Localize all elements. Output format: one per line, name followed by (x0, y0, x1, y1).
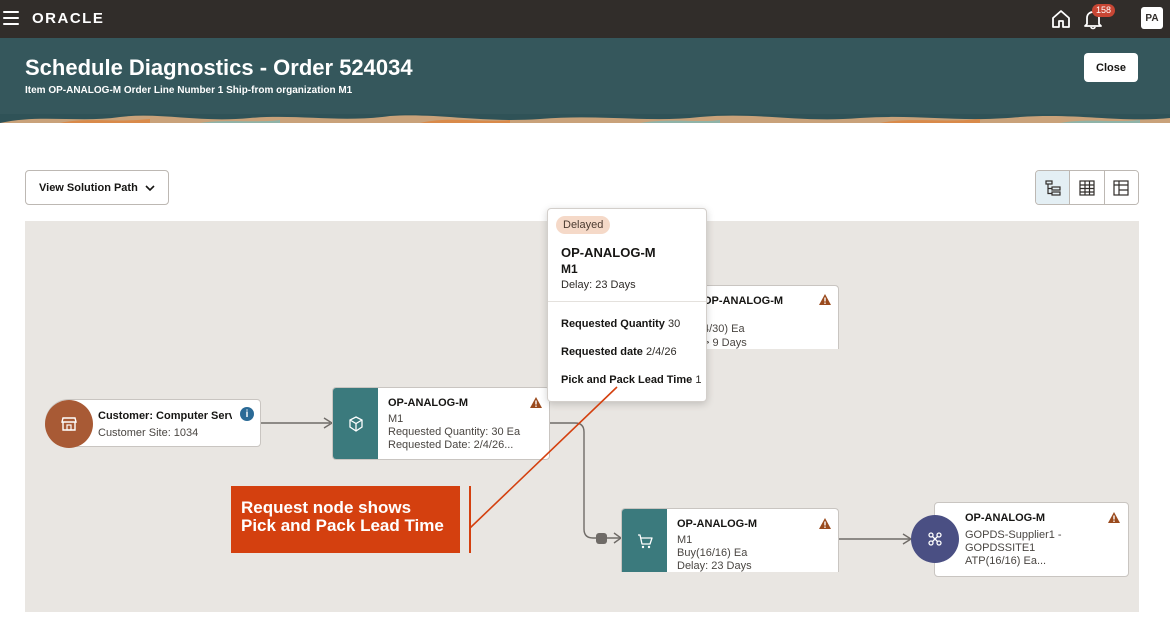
supplier-node-icon (911, 515, 959, 563)
request-node-date: Requested Date: 2/4/26... (388, 439, 514, 451)
user-avatar[interactable]: PA (1141, 7, 1163, 29)
buy-node-buy: Buy(16/16) Ea (677, 547, 748, 559)
popup-row-label: Requested date (561, 346, 643, 358)
hamburger-menu-icon[interactable] (3, 11, 19, 25)
popup-row-value: 2/4/26 (645, 346, 677, 358)
chevron-down-icon (145, 185, 155, 192)
global-header: ORACLE 158 PA (0, 0, 1170, 38)
request-node-title: OP-ANALOG-M (388, 397, 469, 409)
package-icon (348, 415, 363, 432)
buy-node-tile (622, 509, 667, 572)
supplier-node-line2: GOPDSSITE1 (965, 542, 1036, 554)
popup-divider (548, 301, 706, 302)
supplier-node[interactable]: OP-ANALOG-M GOPDS-Supplier1 - GOPDSSITE1… (934, 502, 1129, 577)
buy-node-org: M1 (677, 534, 693, 546)
buy-node-title: OP-ANALOG-M (677, 518, 758, 530)
warning-icon[interactable] (1107, 511, 1121, 524)
grid-view-button[interactable] (1103, 171, 1138, 204)
popup-row-label: Requested Quantity (561, 318, 665, 330)
close-button[interactable]: Close (1084, 53, 1138, 82)
popup-row-requested-quantity: Requested Quantity 30 (561, 318, 680, 330)
popup-row-pick-pack-lead-time: Pick and Pack Lead Time 1 (561, 374, 701, 386)
upper-node-title: OP-ANALOG-M (703, 295, 784, 307)
customer-node-site: Customer Site: 1034 (98, 427, 199, 439)
customer-node[interactable]: Customer: Computer Serv Customer Site: 1… (45, 399, 261, 448)
network-icon (928, 532, 942, 546)
oracle-logo: ORACLE (32, 10, 105, 27)
buy-node-delay: Delay: 23 Days (677, 560, 752, 572)
warning-icon[interactable] (818, 517, 832, 530)
view-solution-path-label: View Solution Path (39, 181, 138, 194)
grid-view-icon (1113, 179, 1129, 196)
page-header: Schedule Diagnostics - Order 524034 Item… (0, 38, 1170, 123)
info-icon[interactable]: i (240, 407, 254, 421)
store-icon (45, 400, 93, 448)
node-details-popup: Delayed OP-ANALOG-M M1 Delay: 23 Days Re… (547, 208, 707, 402)
popup-row-value: 1 (695, 374, 702, 386)
tree-view-icon (1045, 179, 1061, 196)
request-node-tile (333, 388, 378, 459)
table-view-button[interactable] (1069, 171, 1104, 204)
upper-node-line1: 4/30) Ea (703, 323, 745, 335)
popup-row-requested-date: Requested date 2/4/26 (561, 346, 677, 358)
request-node-org: M1 (388, 413, 404, 425)
supplier-node-line1: GOPDS-Supplier1 - (965, 529, 1062, 541)
request-node-quantity: Requested Quantity: 30 Ea (388, 426, 521, 438)
popup-row-value: 30 (667, 318, 681, 330)
view-solution-path-dropdown[interactable]: View Solution Path (25, 170, 169, 205)
notification-count-badge: 158 (1092, 4, 1116, 17)
warning-icon[interactable] (529, 396, 543, 409)
tree-view-button[interactable] (1036, 171, 1070, 204)
supplier-node-title: OP-ANALOG-M (965, 512, 1046, 524)
view-mode-toggle (1035, 170, 1139, 205)
warning-icon[interactable] (818, 293, 832, 306)
page-subtitle: Item OP-ANALOG-M Order Line Number 1 Shi… (25, 85, 353, 96)
popup-row-label: Pick and Pack Lead Time (561, 374, 693, 386)
popup-delay: Delay: 23 Days (561, 279, 636, 291)
request-node[interactable]: OP-ANALOG-M M1 Requested Quantity: 30 Ea… (332, 387, 550, 460)
shopping-cart-icon (637, 533, 653, 548)
table-view-icon (1079, 179, 1095, 196)
connector-handle[interactable] (596, 533, 607, 544)
popup-title: OP-ANALOG-M (561, 245, 656, 260)
decorative-banner-pattern (0, 114, 1170, 123)
annotation-callout: Request node shows Pick and Pack Lead Ti… (231, 486, 460, 553)
home-icon[interactable] (1050, 8, 1072, 30)
popup-org: M1 (561, 262, 578, 276)
customer-node-title: Customer: Computer Serv (98, 410, 232, 422)
status-badge: Delayed (556, 216, 611, 234)
page-title: Schedule Diagnostics - Order 524034 (25, 55, 413, 80)
upper-node-line2: > 9 Days (703, 337, 747, 349)
buy-node[interactable]: OP-ANALOG-M M1 Buy(16/16) Ea Delay: 23 D… (621, 508, 839, 572)
supplier-node-line3: ATP(16/16) Ea... (965, 555, 1047, 567)
upper-supply-node[interactable]: OP-ANALOG-M 4/30) Ea > 9 Days (690, 285, 839, 349)
